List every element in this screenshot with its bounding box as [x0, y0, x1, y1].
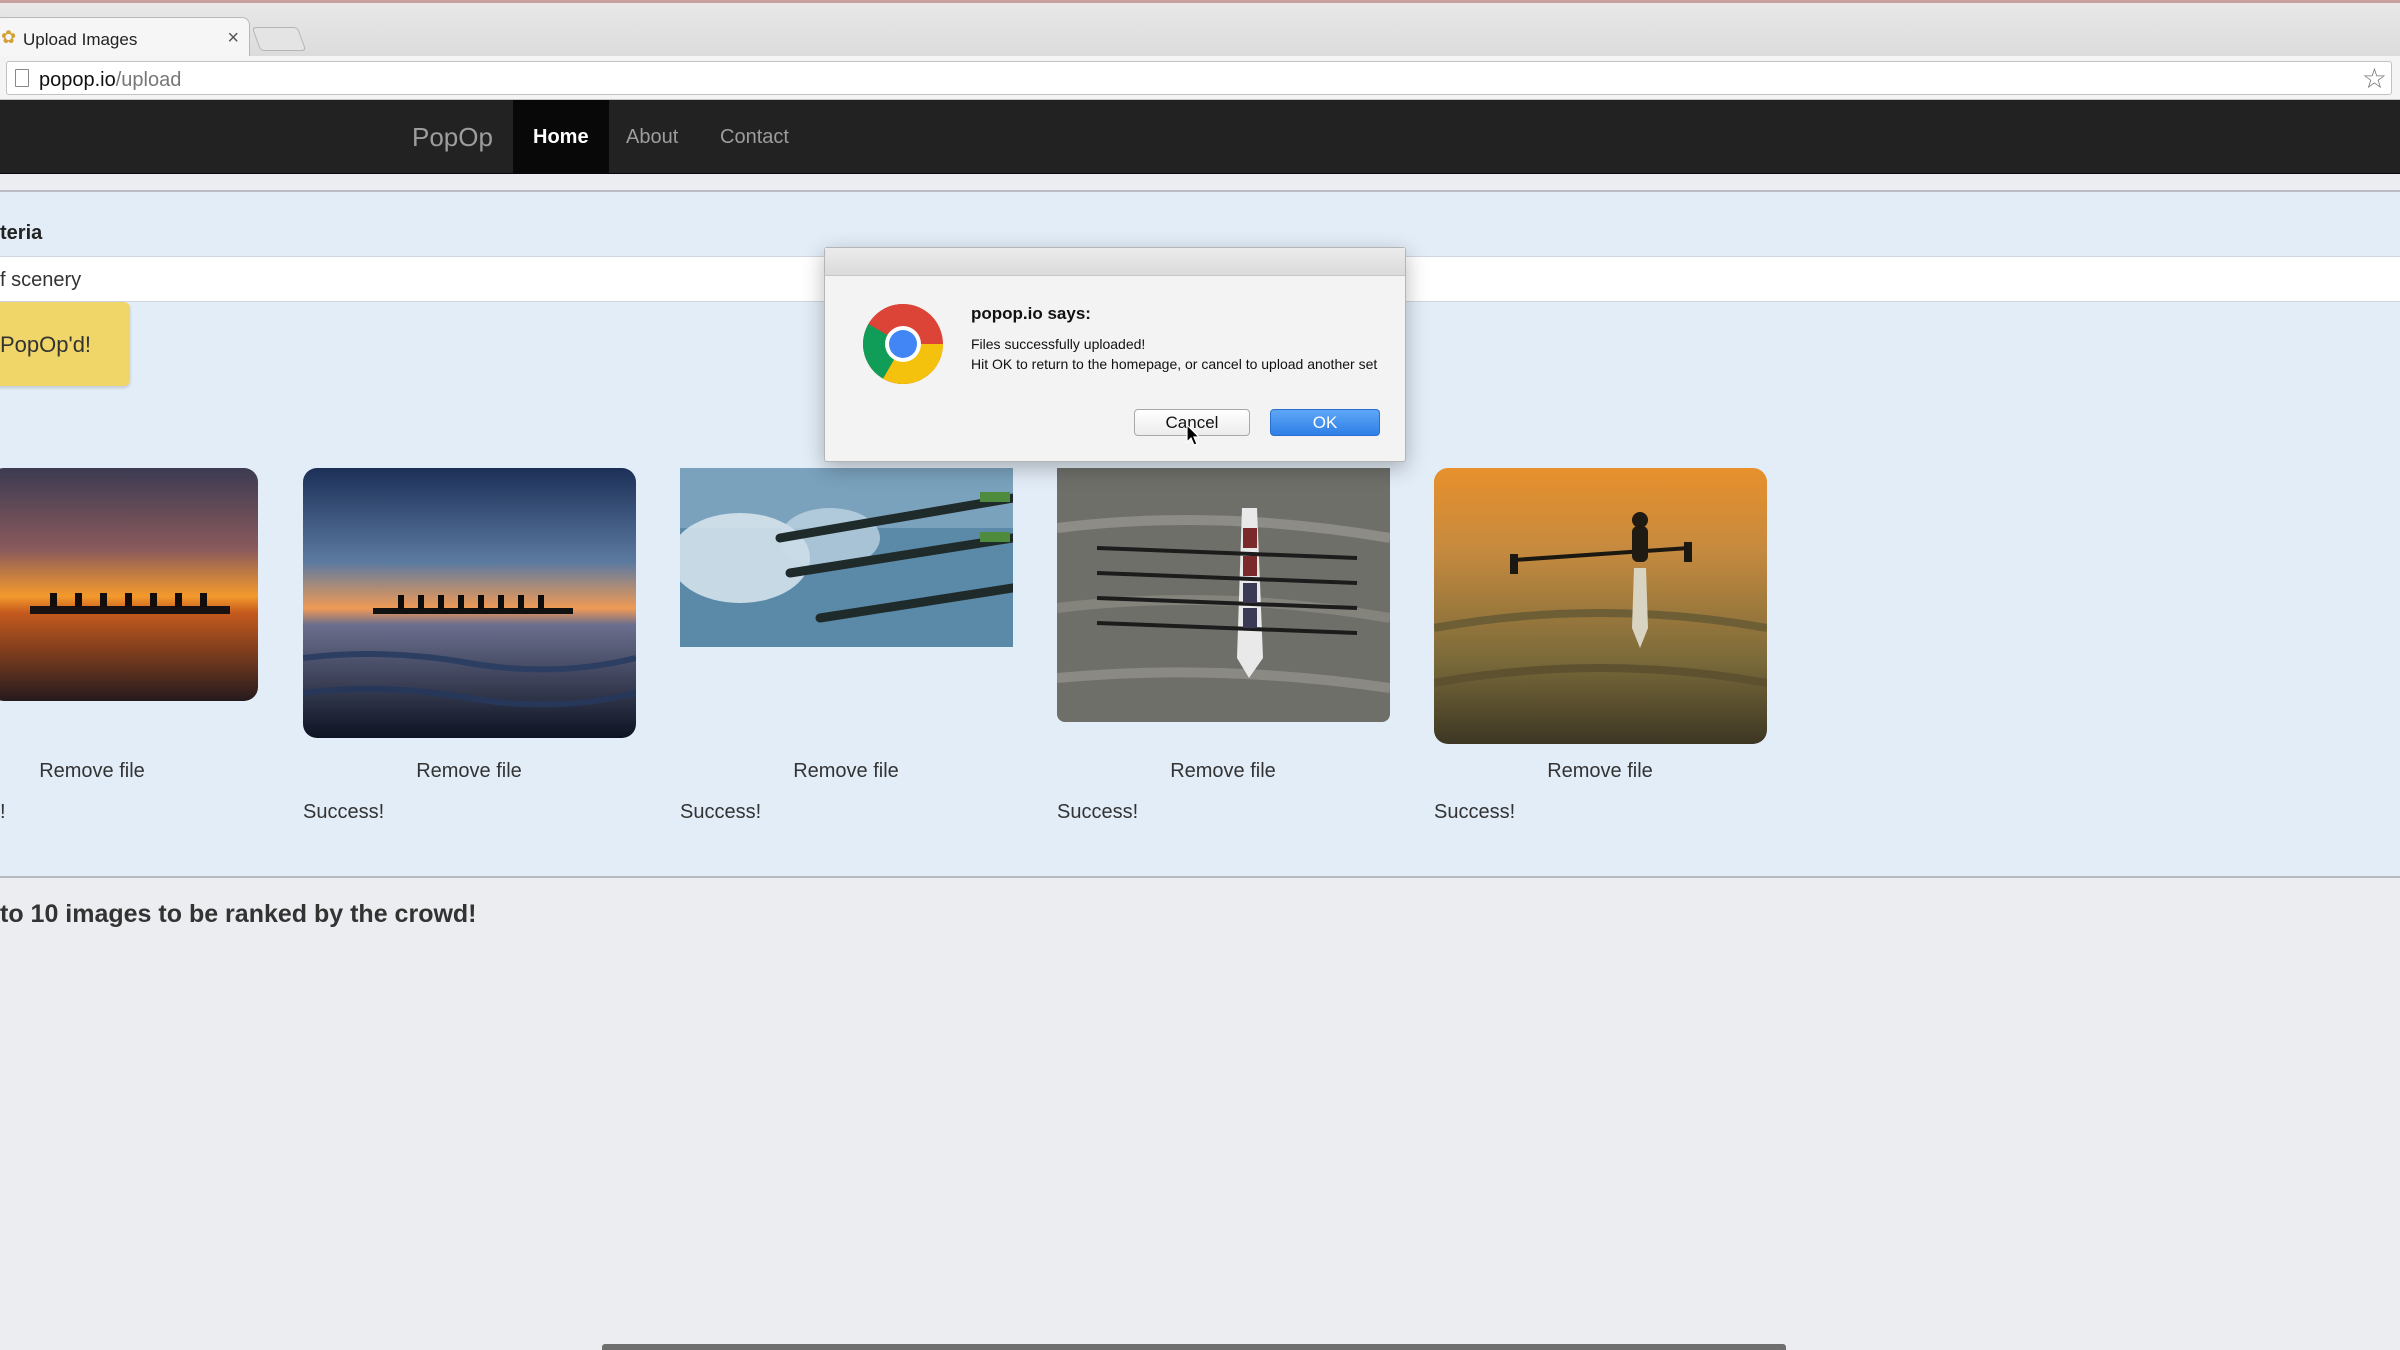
nav-contact[interactable]: Contact	[700, 100, 809, 174]
brand-logo[interactable]: PopOp	[412, 122, 493, 153]
upload-status: Success!	[1434, 801, 1516, 823]
dialog-message-line2: Hit OK to return to the homepage, or can…	[971, 356, 1378, 372]
url-host: popop.io	[39, 69, 116, 91]
upload-instructions: to 10 images to be ranked by the crowd!	[0, 900, 477, 928]
browser-tabstrip: ✿ Upload Images ×	[0, 0, 2400, 59]
browser-toolbar: popop.io/upload ☆	[0, 56, 2400, 100]
remove-file-link[interactable]: Remove file	[303, 760, 635, 783]
popop-favicon-icon: ✿	[1, 27, 17, 47]
upload-status: !	[0, 801, 6, 823]
address-bar[interactable]: popop.io/upload ☆	[6, 61, 2392, 95]
address-url[interactable]: popop.io/upload	[39, 69, 181, 92]
navbar-divider	[0, 174, 2400, 192]
uploaded-image-preview	[680, 468, 1013, 647]
url-path: /upload	[115, 69, 182, 91]
ok-button[interactable]: OK	[1270, 409, 1380, 436]
new-tab-button[interactable]	[251, 27, 307, 51]
tab-title: Upload Images	[23, 30, 138, 49]
criteria-label: teria	[0, 222, 43, 244]
dialog-heading: popop.io says:	[971, 304, 1091, 323]
alert-dialog: popop.io says: Files successfully upload…	[824, 247, 1406, 462]
remove-file-link[interactable]: Remove file	[1434, 760, 1766, 783]
criteria-input-value: f scenery	[0, 269, 82, 291]
upload-status: Success!	[303, 801, 385, 823]
uploaded-image-preview	[1057, 468, 1390, 722]
browser-tab[interactable]: ✿ Upload Images ×	[0, 17, 250, 59]
popop-submit-button[interactable]: PopOp'd!	[0, 302, 130, 386]
dialog-message-line1: Files successfully uploaded!	[971, 336, 1146, 352]
submit-button-label: PopOp'd!	[0, 332, 92, 357]
chrome-logo-icon	[863, 304, 943, 384]
uploaded-image-preview	[0, 468, 258, 701]
bookmark-star-icon[interactable]: ☆	[2362, 62, 2387, 95]
nav-about[interactable]: About	[606, 100, 698, 174]
site-navbar: PopOp Home About Contact	[0, 100, 2400, 174]
mouse-cursor-icon	[1186, 424, 1200, 446]
tab-close-icon[interactable]: ×	[227, 27, 239, 50]
horizontal-scrollbar[interactable]	[602, 1344, 1786, 1350]
remove-file-link[interactable]: Remove file	[680, 760, 1012, 783]
remove-file-link[interactable]: Remove file	[1057, 760, 1389, 783]
uploaded-image-preview	[1434, 468, 1767, 744]
dialog-titlebar	[825, 248, 1405, 276]
upload-status: Success!	[680, 801, 762, 823]
nav-home[interactable]: Home	[513, 100, 609, 174]
upload-status: Success!	[1057, 801, 1139, 823]
uploaded-image-preview	[303, 468, 636, 738]
remove-file-link[interactable]: Remove file	[0, 760, 258, 783]
page-icon	[15, 69, 29, 87]
